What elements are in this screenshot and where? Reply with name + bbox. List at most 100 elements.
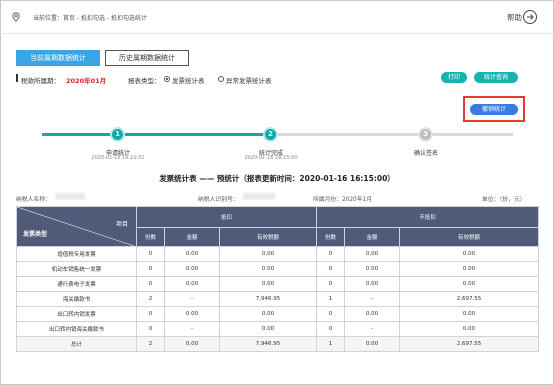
table-cell: 0.00 bbox=[344, 306, 401, 322]
table-cell: 2 bbox=[136, 336, 165, 352]
tab-current-period[interactable]: 当前属期数据统计 bbox=[16, 50, 100, 66]
row-label: 总计 bbox=[16, 336, 137, 352]
tax-period-value: 2020年01月 bbox=[66, 77, 107, 85]
tax-period-label: 税款所属期： bbox=[21, 77, 60, 85]
row-label: 增值税专用发票 bbox=[16, 246, 137, 262]
table-cell: - bbox=[344, 291, 401, 307]
group-header-deduct: 抵扣 bbox=[135, 206, 318, 228]
table-cell: 0 bbox=[316, 261, 346, 277]
table-cell: 0 bbox=[136, 246, 165, 262]
table-cell: 2,697.55 bbox=[399, 291, 540, 307]
table-cell: 0 bbox=[136, 306, 165, 322]
col-header-count: 份数 bbox=[136, 227, 165, 247]
table-cell: 0.00 bbox=[344, 246, 401, 262]
row-label: 出口转内销海关缴款书 bbox=[16, 321, 137, 337]
redacted-taxpayer-name bbox=[55, 193, 85, 200]
taxpayer-name-label: 纳税人名称： bbox=[16, 197, 51, 203]
col-header-amount: 金额 bbox=[164, 227, 220, 247]
table-cell: 2 bbox=[136, 291, 165, 307]
table-cell: 0.00 bbox=[399, 261, 540, 277]
table-cell: 0 bbox=[316, 306, 346, 322]
table-cell: 0 bbox=[316, 276, 346, 292]
table-row: 出口转内销海关缴款书 0 - 0.00 0 - 0.00 bbox=[16, 321, 540, 337]
table-cell: 0.00 bbox=[218, 306, 318, 322]
step-3-name: 确认签名 bbox=[413, 150, 438, 157]
tab-history-period[interactable]: 历史属期数据统计 bbox=[105, 50, 189, 66]
table-cell: 0.00 bbox=[344, 261, 401, 277]
table-cell: 0 bbox=[136, 276, 165, 292]
stats-query-button[interactable]: 统计查询 bbox=[474, 72, 518, 83]
section-marker bbox=[16, 74, 18, 82]
table-cell: 0.00 bbox=[164, 261, 220, 277]
table-cell: - bbox=[164, 321, 220, 337]
table-row: 机动车销售统一发票 0 0.00 0.00 0 0.00 0.00 bbox=[16, 261, 540, 277]
table-cell: 0 bbox=[316, 321, 346, 337]
table-corner-header: 发票类型 项目 bbox=[16, 206, 137, 247]
report-title: 发票统计表 —— 预统计（报表更新时间：2020-01-16 16:15:00） bbox=[159, 174, 395, 183]
table-cell: 0.00 bbox=[218, 261, 318, 277]
table-row: 海关缴款书 2 - 7,946.95 1 - 2,697.55 bbox=[16, 291, 540, 307]
radio-invoice-stats[interactable] bbox=[164, 76, 170, 82]
table-cell: 0 bbox=[316, 246, 346, 262]
row-label: 出口转内销发票 bbox=[16, 306, 137, 322]
table-cell: 0.00 bbox=[399, 276, 540, 292]
report-type-label: 报表类型： bbox=[128, 77, 161, 85]
table-cell: 0.00 bbox=[164, 336, 220, 352]
redacted-taxpayer-id bbox=[243, 193, 275, 200]
top-header: 当前位置：首页 - 抵扣勾选 - 抵扣勾选统计 帮助 bbox=[0, 0, 554, 34]
corner-item: 项目 bbox=[115, 221, 128, 228]
table-cell: 1 bbox=[316, 336, 346, 352]
col-header-count: 份数 bbox=[316, 227, 346, 247]
table-cell: 1 bbox=[316, 291, 346, 307]
table-cell: 2,697.55 bbox=[399, 336, 540, 352]
table-cell: 7,946.95 bbox=[218, 336, 318, 352]
table-cell: 0.00 bbox=[399, 321, 540, 337]
table-cell: 0 bbox=[136, 321, 165, 337]
report-month: 所属月份：2020年1月 bbox=[313, 197, 373, 203]
table-cell: 0.00 bbox=[218, 276, 318, 292]
table-row: 出口转内销发票 0 0.00 0.00 0 0.00 0.00 bbox=[16, 306, 540, 322]
taxpayer-id-label: 纳税人识别号： bbox=[198, 197, 239, 203]
location-pin-icon bbox=[11, 12, 21, 22]
corner-invoice-type: 发票类型 bbox=[23, 231, 48, 238]
table-cell: 0.00 bbox=[164, 306, 220, 322]
row-label: 通行费电子发票 bbox=[16, 276, 137, 292]
table-cell: 0.00 bbox=[164, 276, 220, 292]
table-cell: 7,946.95 bbox=[218, 291, 318, 307]
table-cell: 0.00 bbox=[399, 246, 540, 262]
table-cell: 0.00 bbox=[218, 321, 318, 337]
group-header-nondeduct: 不抵扣 bbox=[316, 206, 540, 228]
table-cell: - bbox=[164, 291, 220, 307]
radio-abnormal-invoice-stats-label[interactable]: 异常发票统计表 bbox=[226, 75, 272, 85]
arrow-right-circle-icon[interactable] bbox=[523, 10, 537, 24]
help-link[interactable]: 帮助 bbox=[507, 12, 522, 23]
step-1-circle: 1 bbox=[110, 127, 125, 142]
col-header-amount: 金额 bbox=[344, 227, 401, 247]
unit-label: 单位：（份，元） bbox=[482, 197, 526, 203]
table-cell: 0 bbox=[136, 261, 165, 277]
table-row-total: 总计 2 0.00 7,946.95 1 0.00 2,697.55 bbox=[16, 336, 540, 352]
table-cell: 0.00 bbox=[344, 336, 401, 352]
col-header-valid-tax: 有效税额 bbox=[218, 227, 318, 247]
progress-line-done bbox=[42, 133, 270, 136]
step-2-time: 2020-01-16 16:15:00 bbox=[244, 155, 298, 161]
table-cell: 0.00 bbox=[399, 306, 540, 322]
col-header-valid-tax: 有效税额 bbox=[399, 227, 540, 247]
table-cell: - bbox=[344, 321, 401, 337]
row-label: 机动车销售统一发票 bbox=[16, 261, 137, 277]
breadcrumb: 当前位置：首页 - 抵扣勾选 - 抵扣勾选统计 bbox=[33, 15, 147, 22]
table-cell: 0.00 bbox=[218, 246, 318, 262]
invoice-stats-table: 发票类型 项目 抵扣 不抵扣 份数 金额 有效税额 份数 金额 有效税额 增值税… bbox=[16, 206, 540, 352]
cancel-stats-button[interactable]: 撤销统计 bbox=[470, 104, 518, 115]
step-3-circle: 3 bbox=[418, 127, 433, 142]
progress-line-pending bbox=[270, 133, 513, 136]
row-label: 海关缴款书 bbox=[16, 291, 137, 307]
radio-invoice-stats-label[interactable]: 发票统计表 bbox=[172, 75, 205, 85]
radio-abnormal-invoice-stats[interactable] bbox=[218, 76, 224, 82]
table-row: 增值税专用发票 0 0.00 0.00 0 0.00 0.00 bbox=[16, 246, 540, 262]
table-row: 通行费电子发票 0 0.00 0.00 0 0.00 0.00 bbox=[16, 276, 540, 292]
step-1-time: 2020-01-16 16:10:51 bbox=[91, 155, 145, 161]
step-2-circle: 2 bbox=[263, 127, 278, 142]
table-cell: 0.00 bbox=[164, 246, 220, 262]
print-button[interactable]: 打印 bbox=[441, 72, 467, 83]
